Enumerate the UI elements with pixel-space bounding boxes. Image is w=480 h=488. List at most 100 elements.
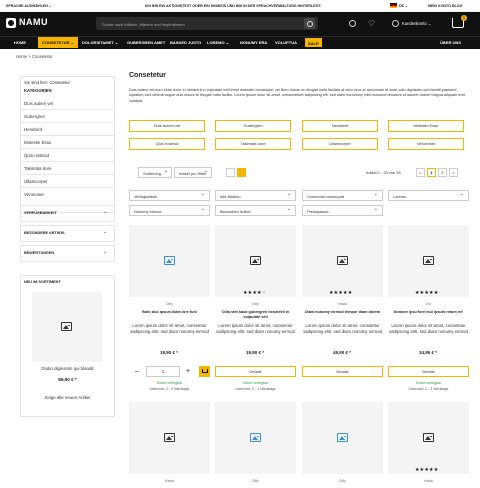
subcategory-ullamcorper[interactable]: Ullamcorper	[302, 138, 378, 150]
nav-nonumy-era[interactable]: NONUMY ERA	[240, 40, 267, 45]
nav-about[interactable]: ÜBER UNS	[440, 40, 461, 45]
filter-price-select[interactable]: Preisspanne	[302, 205, 383, 216]
add-to-cart-button[interactable]	[199, 366, 210, 377]
product-image[interactable]	[302, 225, 383, 297]
pagination-next[interactable]: >	[449, 168, 458, 177]
list-view-icon[interactable]	[226, 168, 235, 177]
nav-consetetur[interactable]: CONSETETUR ⌄	[38, 37, 79, 48]
quantity-increase-button[interactable]: +	[186, 368, 190, 375]
image-placeholder-icon	[61, 322, 72, 331]
filter-special-select[interactable]: Besondere Artikel	[215, 205, 296, 216]
user-icon[interactable]	[392, 20, 399, 27]
delivery-time: Lieferzeit: 2 - 3 Werktage	[235, 387, 276, 391]
filter-loremo-select[interactable]: Loremo	[388, 190, 469, 201]
language-selector[interactable]: SPRACHE AUSWÄHLEN ⌄	[6, 4, 52, 8]
chevron-down-icon: ⌄	[103, 229, 108, 235]
nav-home[interactable]: HOME	[14, 40, 26, 45]
account-menu[interactable]: Kundenkonto ⌄	[402, 21, 431, 26]
pagination-page-2[interactable]: 2	[438, 168, 447, 177]
image-placeholder-icon	[423, 256, 434, 265]
nav-gubergren-amet[interactable]: GUBERGREN AMET	[127, 40, 165, 45]
product-image[interactable]	[388, 225, 469, 297]
divider	[20, 161, 115, 162]
product-image[interactable]	[129, 402, 210, 474]
top-blog-link[interactable]: BLOG	[452, 4, 462, 8]
nav-voluptua[interactable]: VOLUPTUA	[275, 40, 297, 45]
product-brand: Dilly	[251, 479, 260, 483]
locale-selector[interactable]: DE ⌄	[399, 4, 408, 8]
cart-icon	[201, 369, 208, 373]
subcategory-veroeoset[interactable]: Veroeoset	[388, 138, 464, 150]
new-product-name[interactable]: Dodio dignissim qui blandit	[20, 366, 115, 371]
product-name[interactable]: Cilta stet kasd gubergren hendrerit in v…	[215, 310, 296, 320]
image-placeholder-icon	[164, 256, 175, 265]
product-image[interactable]	[129, 225, 210, 297]
quantity-decrease-button[interactable]: –	[135, 368, 139, 375]
sidebar-item-duis[interactable]: Duis autem vel	[24, 101, 53, 106]
product-image[interactable]	[215, 225, 296, 297]
top-account-link[interactable]: MEIN KONTO	[428, 4, 451, 8]
subcategory-quis[interactable]: Quis nostrud	[129, 138, 205, 150]
rating-stars: ★★★★★	[415, 290, 439, 296]
location-text: Sie sind hier: Consetetur	[24, 80, 70, 85]
sort-select[interactable]: Sortierung	[138, 167, 172, 178]
subcategory-takimata[interactable]: Takimata dore	[215, 138, 291, 150]
sidebar-item-veroeoset[interactable]: Veroeoset	[24, 192, 44, 197]
availability-status: Sofort verfügbar	[415, 381, 442, 385]
show-new-products-link[interactable]: Zeige alle neuen Artikel	[20, 395, 115, 400]
search-icon[interactable]	[304, 18, 315, 29]
subcategory-molestie[interactable]: Molestie Esse	[388, 120, 464, 132]
subcategory-hendrerit[interactable]: Hendrerit	[302, 120, 378, 132]
nav-dolorsitamet-label: DOLORSITAMET	[82, 40, 114, 45]
chevron-down-icon: ⌄	[103, 249, 108, 255]
product-name[interactable]: Boto duo ipsum diam lore tuni	[129, 310, 210, 315]
product-name[interactable]: Domore ipsu fore mui ipsum retum rel'	[388, 310, 469, 315]
product-image[interactable]	[215, 402, 296, 474]
nav-sale[interactable]: SALE	[305, 38, 322, 47]
filter-commodo-select[interactable]: Commodo consequat	[302, 190, 383, 201]
product-name[interactable]: Diam nonumy eirmod tempor diam dorem	[302, 310, 383, 315]
pagination-prev[interactable]: <	[416, 168, 425, 177]
details-button[interactable]: Details	[215, 366, 296, 377]
sidebar-item-takimata[interactable]: Takimata dore	[24, 166, 52, 171]
quantity-input[interactable]: 1	[146, 366, 180, 377]
grid-view-icon[interactable]	[237, 168, 246, 177]
subcategory-gubergren[interactable]: Gubergren	[215, 120, 291, 132]
sidebar-item-gubergren[interactable]: Gubergren	[24, 114, 45, 119]
per-page-select[interactable]: Artikel pro Seite	[174, 167, 212, 178]
availability-status: Sofort verfügbar	[242, 381, 269, 385]
nav-consetetur-label: CONSETETUR	[42, 40, 70, 45]
nav-dolorsitamet[interactable]: DOLORSITAMET ⌄	[82, 40, 118, 45]
product-price: 34,95 € *	[418, 350, 437, 355]
search-input[interactable]: Suche nach Artikeln, Marken und Inspirat…	[96, 17, 318, 30]
new-product-image[interactable]	[32, 292, 102, 362]
filter-ratings-label: BEWERTUNGEN	[24, 251, 55, 255]
filter-brand-select[interactable]: Alle Marken	[215, 190, 296, 201]
subcategory-duis[interactable]: Duis autem vel	[129, 120, 205, 132]
filter-nonumy-select[interactable]: Nonumy eirmod	[129, 205, 210, 216]
logo-wordmark[interactable]: NAMU	[19, 17, 48, 27]
nav-basked-justo[interactable]: BASKED JUSTO	[170, 40, 201, 45]
product-image[interactable]	[302, 402, 383, 474]
new-product-price: 89,90 € *	[58, 377, 77, 382]
logo-icon[interactable]	[6, 18, 16, 28]
compare-icon[interactable]	[349, 20, 356, 27]
product-image[interactable]	[388, 402, 469, 474]
nav-loremo[interactable]: LOREMO ⌄	[207, 40, 229, 45]
sidebar-item-ullamcorper[interactable]: Ullamcorper	[24, 179, 48, 184]
details-button[interactable]: Details	[302, 366, 383, 377]
chevron-down-icon: ⌄	[103, 209, 108, 215]
filter-availability-select[interactable]: Verfügbarkeit	[129, 190, 210, 201]
breadcrumb-current[interactable]: Consetetur	[32, 54, 52, 59]
nav-loremo-label: LOREMO	[207, 40, 225, 45]
categories-heading: KATEGORIEN	[24, 88, 52, 93]
breadcrumb-home[interactable]: Home	[16, 54, 27, 59]
wishlist-icon[interactable]: ♡	[368, 19, 375, 28]
sidebar-item-hendrerit[interactable]: Hendrerit	[24, 127, 42, 132]
sidebar-item-quis[interactable]: Quis nostrud	[24, 153, 49, 158]
sidebar-item-molestie[interactable]: Molestie Esse	[24, 140, 51, 145]
image-placeholder-icon	[337, 433, 348, 442]
pagination-page-1[interactable]: 1	[427, 168, 436, 177]
image-placeholder-icon	[250, 433, 261, 442]
details-button[interactable]: Details	[388, 366, 469, 377]
